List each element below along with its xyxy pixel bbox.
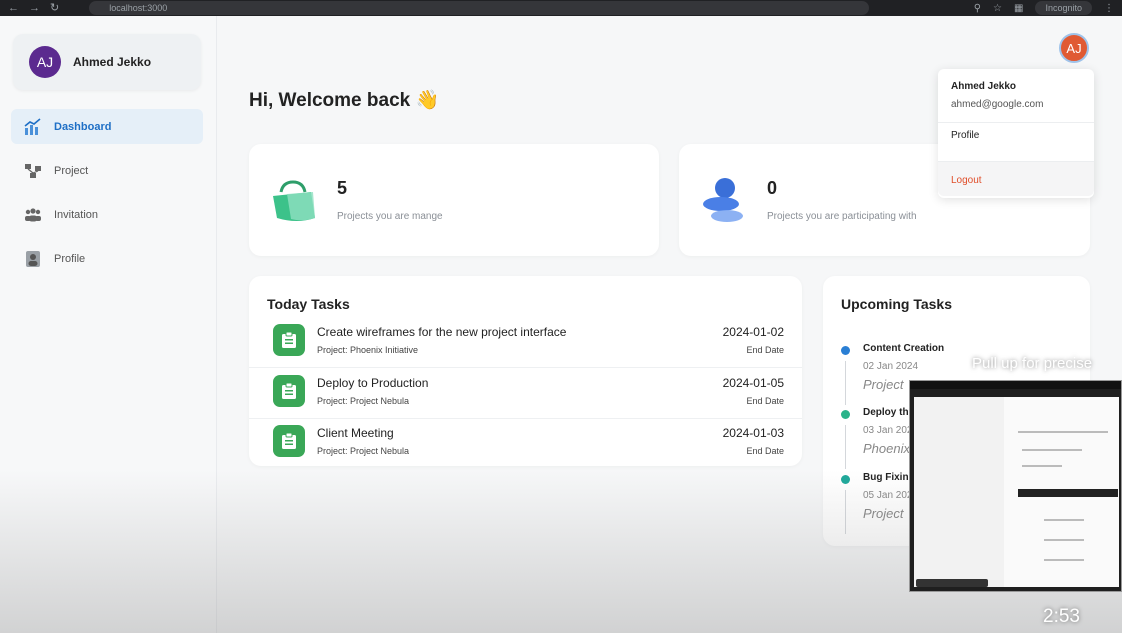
today-tasks-card: Today Tasks Create wireframes for the ne… <box>249 276 802 466</box>
address-bar[interactable]: localhost:3000 <box>89 1 870 15</box>
user-menu-avatar[interactable]: AJ <box>1059 33 1089 63</box>
upcoming-title: Bug Fixin <box>863 472 909 483</box>
menu-item-profile[interactable]: Profile <box>951 130 979 141</box>
preview-bar <box>910 381 1121 389</box>
clipboard-icon <box>273 375 305 407</box>
sidebar-nav: Dashboard Project Invitation Profile <box>11 109 203 285</box>
task-name: Deploy to Production <box>317 376 429 390</box>
browser-toolbar: ← → ↻ localhost:3000 ⚲ ☆ ▦ Incognito ⋮ <box>0 0 1122 16</box>
video-preview-thumbnail[interactable] <box>909 380 1122 592</box>
preview-button <box>1018 489 1118 497</box>
upcoming-title: Content Creation <box>863 343 945 354</box>
table-row[interactable]: Deploy to Production Project: Project Ne… <box>249 369 802 419</box>
task-date: 2024-01-02 <box>722 325 784 339</box>
task-project: Project: Phoenix Initiative <box>317 345 419 355</box>
people-icon <box>25 207 41 221</box>
preview-line <box>1044 539 1084 541</box>
task-name: Client Meeting <box>317 426 394 440</box>
upcoming-date: 05 Jan 202 <box>863 490 913 501</box>
dropdown-user-email: ahmed@google.com <box>951 99 1044 110</box>
upcoming-tasks-title: Upcoming Tasks <box>841 296 952 312</box>
user-icon <box>26 250 40 267</box>
timeline-line <box>845 490 846 534</box>
sidebar-item-label: Dashboard <box>54 120 112 133</box>
task-date-label: End Date <box>746 396 784 406</box>
table-row[interactable]: Create wireframes for the new project in… <box>249 318 802 368</box>
project-icon <box>25 163 41 178</box>
timeline-line <box>845 425 846 469</box>
task-project: Project: Project Nebula <box>317 446 410 456</box>
sidebar-user-name: Ahmed Jekko <box>73 55 152 69</box>
stat-value: 0 <box>767 178 778 198</box>
sidebar-item-label: Profile <box>54 252 86 265</box>
video-timestamp: 2:53 <box>1043 606 1080 627</box>
star-icon[interactable]: ☆ <box>993 3 1002 14</box>
today-tasks-title: Today Tasks <box>267 296 350 312</box>
chart-icon <box>24 117 41 135</box>
divider <box>938 122 1094 123</box>
stat-value: 5 <box>337 178 348 198</box>
timeline-dot <box>841 346 850 355</box>
video-hint: Pull up for precise <box>972 355 1093 372</box>
upcoming-project: Project <box>863 377 904 392</box>
menu-icon[interactable]: ⋮ <box>1104 3 1114 14</box>
reload-icon[interactable]: ↻ <box>50 0 59 16</box>
sidebar-user-card[interactable]: AJ Ahmed Jekko <box>13 34 201 90</box>
clipboard-icon <box>273 425 305 457</box>
forward-icon[interactable]: → <box>29 0 40 16</box>
dropdown-user-name: Ahmed Jekko <box>951 81 1017 92</box>
upcoming-date: 02 Jan 2024 <box>863 361 919 372</box>
preview-line <box>1018 431 1108 433</box>
task-date: 2024-01-03 <box>722 426 784 440</box>
sidebar-item-label: Invitation <box>54 208 99 221</box>
task-date: 2024-01-05 <box>722 376 784 390</box>
upcoming-project: Project <box>863 506 904 521</box>
preview-line <box>1022 465 1062 467</box>
shopping-bag-icon <box>273 180 315 221</box>
sidebar: AJ Ahmed Jekko Dashboard Project Invitat… <box>0 16 217 633</box>
preview-line <box>1044 519 1084 521</box>
task-date-label: End Date <box>746 345 784 355</box>
sidebar-item-profile[interactable]: Profile <box>11 241 203 276</box>
preview-line <box>1044 559 1084 561</box>
stat-label: Projects you are mange <box>337 211 443 222</box>
users-icon <box>703 178 743 222</box>
table-row[interactable]: Client Meeting Project: Project Nebula 2… <box>249 419 802 469</box>
task-project: Project: Project Nebula <box>317 396 410 406</box>
clipboard-icon <box>273 324 305 356</box>
menu-item-logout-row[interactable]: Logout <box>938 162 1094 196</box>
timeline-dot <box>841 475 850 484</box>
avatar: AJ <box>29 46 61 78</box>
user-dropdown-menu: Ahmed Jekko ahmed@google.com Profile Log… <box>938 69 1094 198</box>
page-title: Hi, Welcome back 👋 <box>249 90 440 111</box>
upcoming-project: Phoenix <box>863 441 910 456</box>
zoom-icon[interactable]: ⚲ <box>974 3 981 14</box>
timeline-line <box>845 361 846 405</box>
preview-page <box>914 397 1119 587</box>
back-icon[interactable]: ← <box>8 0 19 16</box>
sidebar-item-label: Project <box>54 164 89 177</box>
timeline-dot <box>841 410 850 419</box>
incognito-badge[interactable]: Incognito <box>1035 1 1092 15</box>
task-date-label: End Date <box>746 446 784 456</box>
upcoming-title: Deploy th <box>863 407 909 418</box>
task-name: Create wireframes for the new project in… <box>317 325 567 339</box>
stat-label: Projects you are participating with <box>767 211 917 222</box>
sidebar-item-invitation[interactable]: Invitation <box>11 197 203 232</box>
sidebar-item-project[interactable]: Project <box>11 153 203 188</box>
preview-chip <box>916 579 988 587</box>
extensions-icon[interactable]: ▦ <box>1014 3 1023 14</box>
preview-line <box>1022 449 1082 451</box>
sidebar-item-dashboard[interactable]: Dashboard <box>11 109 203 144</box>
stat-card-managed: 5 Projects you are mange <box>249 144 659 256</box>
preview-sidebar <box>914 397 1004 587</box>
menu-item-logout[interactable]: Logout <box>951 175 982 186</box>
